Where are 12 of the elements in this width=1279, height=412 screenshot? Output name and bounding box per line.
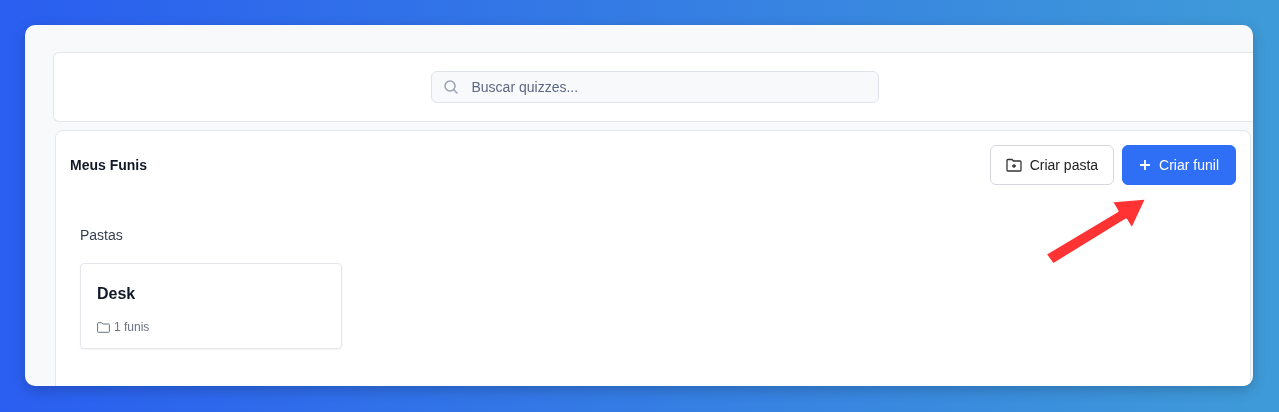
folder-name: Desk	[97, 284, 137, 304]
folder-plus-icon	[1005, 158, 1022, 172]
search-icon	[442, 79, 459, 95]
search-field[interactable]: Buscar quizzes...	[430, 71, 879, 103]
create-funnel-button[interactable]: Criar funil	[1122, 145, 1236, 185]
create-folder-button[interactable]: Criar pasta	[989, 145, 1115, 185]
funnel-count: 1 funis	[114, 319, 150, 336]
folder-icon	[97, 321, 110, 333]
section-title: Meus Funis	[70, 155, 147, 175]
section-heading: Pastas	[80, 226, 124, 245]
plus-icon	[1139, 159, 1152, 171]
folder-card[interactable]: Desk 1 funis	[80, 263, 342, 349]
